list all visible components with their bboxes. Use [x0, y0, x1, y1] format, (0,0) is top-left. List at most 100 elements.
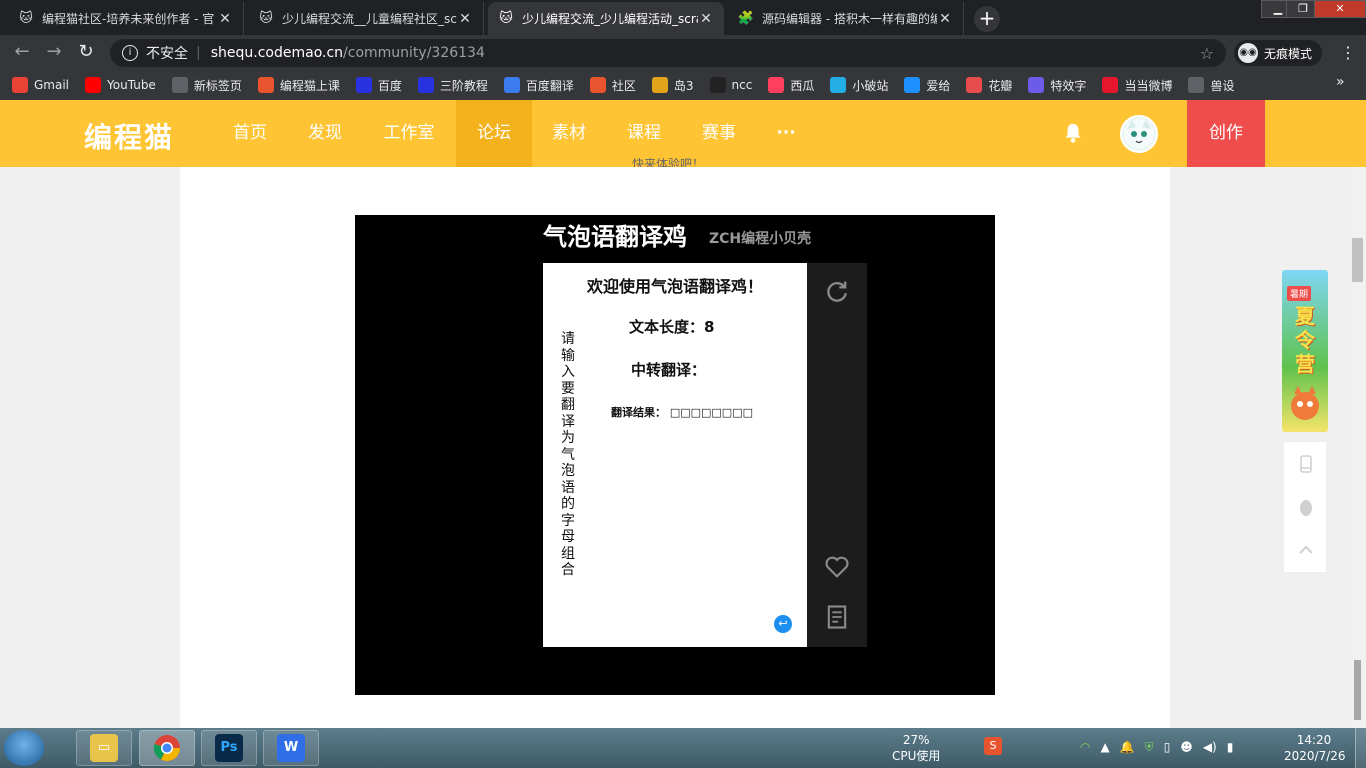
- system-tray: ◠ ▲ 🔔 ⛨ ▯ ☻ ◀) ▮: [1080, 740, 1233, 755]
- stage-heading: 欢迎使用气泡语翻译鸡！: [586, 277, 763, 296]
- bookmark-item[interactable]: 西瓜: [768, 77, 814, 94]
- bookmark-label: 新标签页: [193, 78, 242, 93]
- cpu-percent: 27%: [902, 733, 930, 747]
- address-bar[interactable]: i 不安全 | shequ.codemao.cn/community/32613…: [110, 39, 1226, 67]
- close-tab-icon[interactable]: ✕: [217, 11, 233, 27]
- bookmark-item[interactable]: 社区: [589, 77, 636, 94]
- back-to-top-icon[interactable]: [1296, 540, 1316, 560]
- restart-icon[interactable]: [823, 278, 851, 306]
- start-button[interactable]: [4, 730, 44, 766]
- work-title: 气泡语翻译鸡: [543, 223, 687, 251]
- browser-menu-icon[interactable]: ⋮: [1340, 43, 1356, 62]
- taskbar-chrome[interactable]: [139, 730, 195, 766]
- qq-penguin-icon[interactable]: [1296, 498, 1316, 518]
- bookmark-item[interactable]: 百度翻译: [503, 77, 574, 94]
- show-hidden-icons-icon[interactable]: ▲: [1100, 740, 1109, 755]
- notification-icon[interactable]: 🔔: [1120, 740, 1135, 755]
- taskbar-photoshop[interactable]: Ps: [201, 730, 257, 766]
- nav-more[interactable]: ···: [757, 100, 815, 167]
- browser-tab-bar: 🐱 编程猫社区-培养未来创作者 - 官 ✕ 🐱 少儿编程交流__儿童编程社区_s…: [0, 0, 1366, 35]
- avatar-image: [1124, 119, 1154, 149]
- forward-arrow-icon[interactable]: →: [42, 41, 66, 65]
- signal-icon[interactable]: ▮: [1227, 740, 1234, 755]
- security-shield-icon[interactable]: ⛨: [1145, 740, 1154, 755]
- bookmark-item[interactable]: 百度: [355, 77, 402, 94]
- nav-materials[interactable]: 素材: [532, 100, 606, 167]
- translate-icon: [503, 77, 520, 93]
- scrollbar-thumb[interactable]: [1352, 238, 1363, 282]
- tab-title: 源码编辑器 - 搭积木一样有趣的编: [762, 12, 937, 26]
- work-author[interactable]: ZCH编程小贝壳: [709, 228, 811, 248]
- bookmark-label: 三阶教程: [439, 78, 488, 93]
- return-arrow-icon[interactable]: ↩: [774, 615, 792, 633]
- nav-studio[interactable]: 工作室: [364, 100, 454, 167]
- reload-icon[interactable]: ↻: [74, 41, 98, 65]
- nav-contests[interactable]: 赛事: [682, 100, 756, 167]
- browser-tab-active[interactable]: 🐱 少儿编程交流_少儿编程活动_scra ✕: [488, 2, 724, 35]
- taskbar-explorer[interactable]: ▭: [76, 730, 132, 766]
- taskbar-clock[interactable]: 14:20 2020/7/26: [1284, 732, 1346, 764]
- bookmark-star-icon[interactable]: ☆: [1200, 44, 1214, 63]
- create-button[interactable]: 创作: [1187, 100, 1265, 167]
- browser-toolbar: ← → ↻ i 不安全 | shequ.codemao.cn/community…: [0, 35, 1366, 70]
- bookmark-item[interactable]: 特效字: [1028, 77, 1086, 94]
- bookmark-label: 花瓣: [988, 78, 1013, 93]
- xigua-icon: [768, 77, 785, 93]
- bookmark-item[interactable]: 花瓣: [966, 77, 1012, 94]
- more-bookmarks-icon[interactable]: »: [1336, 74, 1345, 90]
- info-icon[interactable]: i: [122, 45, 138, 61]
- close-window-button[interactable]: ✕: [1314, 0, 1366, 18]
- close-tab-icon[interactable]: ✕: [937, 11, 953, 27]
- sogou-ime-icon[interactable]: S: [984, 737, 1002, 755]
- page-scrollbar[interactable]: [1349, 167, 1366, 728]
- notification-bell-icon[interactable]: [1062, 122, 1084, 144]
- bookmark-label: 小破站: [852, 78, 889, 93]
- bookmark-item[interactable]: Gmail: [12, 77, 69, 93]
- bookmark-item[interactable]: 编程猫上课: [257, 77, 340, 94]
- like-heart-icon[interactable]: [823, 553, 851, 581]
- collect-book-icon[interactable]: [823, 603, 851, 631]
- nav-home[interactable]: 首页: [214, 100, 286, 167]
- bookmark-item[interactable]: 兽设: [1188, 77, 1234, 94]
- bookmark-item[interactable]: 三阶教程: [417, 77, 488, 94]
- browser-tab[interactable]: 🐱 编程猫社区-培养未来创作者 - 官 ✕: [8, 2, 244, 35]
- codemao-favicon-icon: 🐱: [259, 11, 273, 26]
- user-icon[interactable]: ☻: [1180, 740, 1193, 755]
- bookmark-item[interactable]: 当当微博: [1102, 77, 1172, 94]
- user-avatar[interactable]: [1120, 115, 1158, 153]
- new-tab-button[interactable]: +: [974, 6, 1000, 32]
- incognito-label: 无痕模式: [1264, 46, 1313, 61]
- mobile-icon[interactable]: [1296, 454, 1316, 474]
- bookmark-label: 爱给: [926, 78, 951, 93]
- browser-tab[interactable]: 🐱 少儿编程交流__儿童编程社区_scr ✕: [248, 2, 484, 35]
- codemao-icon: [589, 77, 606, 93]
- bookmark-item[interactable]: 新标签页: [171, 77, 242, 94]
- nav-courses[interactable]: 课程: [607, 100, 681, 167]
- scrollbar-thumb-secondary[interactable]: [1354, 660, 1361, 720]
- close-tab-icon[interactable]: ✕: [698, 11, 714, 27]
- nav-discover[interactable]: 发现: [289, 100, 361, 167]
- site-logo[interactable]: 编程猫: [84, 116, 174, 156]
- bookmark-item[interactable]: ncc: [709, 77, 752, 93]
- site-header: 编程猫 首页 发现 工作室 论坛 素材 课程 赛事 ··· 创作: [0, 100, 1366, 167]
- bookmark-item[interactable]: 爱给: [904, 77, 950, 94]
- bookmark-item[interactable]: 岛3: [651, 77, 694, 94]
- close-tab-icon[interactable]: ✕: [457, 11, 473, 27]
- device-icon[interactable]: ▯: [1164, 740, 1171, 755]
- browser-tab[interactable]: 🧩 源码编辑器 - 搭积木一样有趣的编 ✕: [728, 2, 964, 35]
- summer-camp-banner[interactable]: 暑期 夏令营: [1282, 270, 1328, 432]
- kitten-editor-favicon-icon: 🧩: [737, 11, 755, 26]
- bookmark-label: YouTube: [107, 78, 156, 92]
- taskbar-wps[interactable]: W: [263, 730, 319, 766]
- work-player: 气泡语翻译鸡 ZCH编程小贝壳 欢迎使用气泡语翻译鸡！ 文本长度：8 中转翻译：…: [355, 215, 995, 695]
- bookmark-item[interactable]: YouTube: [85, 77, 156, 93]
- chrome-icon: [153, 735, 180, 761]
- volume-icon[interactable]: ◀): [1203, 740, 1217, 755]
- wifi-icon[interactable]: ◠: [1080, 740, 1090, 755]
- back-arrow-icon[interactable]: ←: [10, 41, 34, 65]
- work-stage[interactable]: 欢迎使用气泡语翻译鸡！ 文本长度：8 中转翻译： 翻译结果： □□□□□□□□ …: [543, 263, 807, 647]
- incognito-indicator[interactable]: ◉◉ 无痕模式: [1234, 40, 1323, 66]
- nav-forum[interactable]: 论坛: [456, 100, 532, 167]
- show-desktop-button[interactable]: [1355, 728, 1366, 768]
- bookmark-item[interactable]: 小破站: [830, 77, 888, 94]
